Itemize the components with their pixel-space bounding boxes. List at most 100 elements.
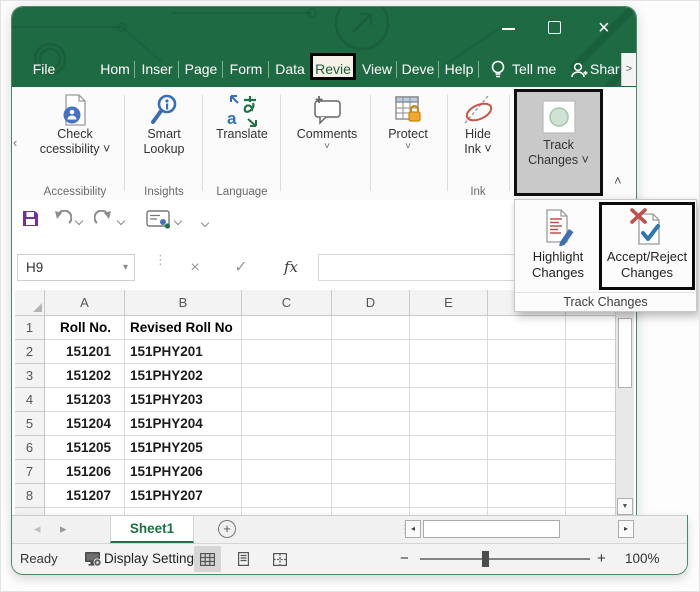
share-person-icon[interactable]	[570, 61, 588, 84]
sheet-next-icon[interactable]: ▸	[60, 521, 67, 537]
cell[interactable]	[488, 364, 566, 388]
tab-help[interactable]: Help	[440, 52, 478, 87]
cell[interactable]	[242, 484, 332, 508]
cell[interactable]	[488, 436, 566, 460]
cell[interactable]	[242, 436, 332, 460]
cell[interactable]	[410, 340, 488, 364]
vertical-scrollbar-thumb[interactable]	[618, 318, 632, 388]
enter-check-icon[interactable]: ✓	[226, 254, 256, 281]
cell[interactable]	[332, 316, 410, 340]
undo-caret-icon[interactable]	[75, 217, 83, 225]
cell[interactable]	[125, 508, 242, 515]
cell[interactable]	[242, 340, 332, 364]
page-break-view-icon[interactable]	[266, 546, 293, 572]
insert-function-icon[interactable]: fx	[274, 254, 308, 281]
cell[interactable]	[566, 316, 615, 340]
page-layout-view-icon[interactable]	[230, 546, 257, 572]
row-header[interactable]: 2	[15, 340, 45, 364]
tell-me-label[interactable]: Tell me	[512, 52, 556, 87]
cell-a1[interactable]: Roll No.	[45, 316, 125, 340]
cell[interactable]	[410, 316, 488, 340]
cell[interactable]	[332, 460, 410, 484]
column-header-c[interactable]: C	[242, 290, 332, 316]
column-header-b[interactable]: B	[125, 290, 242, 316]
cell[interactable]	[566, 364, 615, 388]
highlight-changes-item[interactable]: Highlight Changes	[517, 205, 599, 290]
share-label[interactable]: Shar	[590, 52, 620, 87]
sheet-prev-icon[interactable]: ◂	[34, 521, 41, 537]
hide-ink-button[interactable]: Hide Ink ˅	[450, 91, 506, 157]
cell[interactable]	[242, 460, 332, 484]
customize-toolbar-icon[interactable]	[200, 213, 211, 231]
tab-developer[interactable]: Deve	[398, 52, 438, 87]
row-header[interactable]: 7	[15, 460, 45, 484]
cell[interactable]	[566, 508, 615, 515]
select-all-corner[interactable]	[15, 290, 45, 316]
cell[interactable]	[332, 484, 410, 508]
translate-button[interactable]: a Translate	[206, 91, 278, 142]
cell[interactable]	[410, 460, 488, 484]
tab-data[interactable]: Data	[270, 52, 310, 87]
cell-a2[interactable]: 151201	[45, 340, 125, 364]
cell-a8[interactable]: 151207	[45, 484, 125, 508]
cell[interactable]	[566, 412, 615, 436]
zoom-out-button[interactable]: −	[400, 544, 409, 574]
cell-a7[interactable]: 151206	[45, 460, 125, 484]
tab-formulas[interactable]: Form	[224, 52, 268, 87]
collapse-ribbon-icon[interactable]: ˄	[614, 173, 622, 188]
cell-b6[interactable]: 151PHY205	[125, 436, 242, 460]
cell-b4[interactable]: 151PHY203	[125, 388, 242, 412]
accept-reject-changes-item-highlighted[interactable]: Accept/Reject Changes	[599, 202, 695, 290]
share-card-icon[interactable]	[146, 210, 171, 235]
cell[interactable]	[566, 484, 615, 508]
comments-button[interactable]: Comments ˅	[288, 91, 366, 151]
cell[interactable]	[488, 412, 566, 436]
cell[interactable]	[242, 508, 332, 515]
column-header-d[interactable]: D	[332, 290, 410, 316]
cell-a5[interactable]: 151204	[45, 412, 125, 436]
cell[interactable]	[488, 460, 566, 484]
tab-review-highlighted[interactable]: Revie	[310, 53, 356, 80]
cell[interactable]	[332, 412, 410, 436]
minimize-button[interactable]	[502, 28, 515, 30]
name-box[interactable]: H9 ▾	[17, 254, 135, 281]
undo-icon[interactable]	[52, 210, 72, 233]
cell[interactable]	[410, 436, 488, 460]
redo-icon[interactable]	[94, 210, 114, 233]
check-accessibility-button[interactable]: Check ccessibility ˅	[32, 91, 118, 157]
cell[interactable]	[332, 364, 410, 388]
cell[interactable]	[332, 436, 410, 460]
column-header-a[interactable]: A	[45, 290, 125, 316]
cell-b2[interactable]: 151PHY201	[125, 340, 242, 364]
row-header[interactable]: 4	[15, 388, 45, 412]
cell[interactable]	[242, 412, 332, 436]
cell[interactable]	[410, 388, 488, 412]
cell[interactable]	[566, 340, 615, 364]
tab-page-layout[interactable]: Page	[180, 52, 222, 87]
tab-file[interactable]: File	[26, 52, 62, 87]
cell[interactable]	[566, 436, 615, 460]
cell[interactable]	[488, 508, 566, 515]
lightbulb-icon[interactable]	[490, 59, 506, 86]
close-button[interactable]: ×	[598, 18, 610, 38]
zoom-slider-thumb[interactable]	[482, 551, 489, 567]
tab-view[interactable]: View	[358, 52, 396, 87]
add-sheet-icon[interactable]: +	[218, 520, 236, 538]
row-header[interactable]: 1	[15, 316, 45, 340]
cell[interactable]	[242, 388, 332, 412]
cell[interactable]	[332, 388, 410, 412]
row-header[interactable]	[15, 508, 45, 515]
horizontal-scrollbar-thumb[interactable]	[423, 520, 560, 538]
ribbon-scroll-left-icon[interactable]: ‹	[13, 135, 17, 150]
cell[interactable]	[332, 340, 410, 364]
scroll-down-icon[interactable]: ▼	[617, 498, 633, 515]
display-settings-label[interactable]: Display Settings	[104, 544, 201, 574]
track-changes-button-highlighted[interactable]: Track Changes ˅	[514, 89, 603, 196]
redo-caret-icon[interactable]	[117, 217, 125, 225]
zoom-level[interactable]: 100%	[625, 544, 660, 574]
cell[interactable]	[488, 388, 566, 412]
row-header[interactable]: 5	[15, 412, 45, 436]
cell[interactable]	[332, 508, 410, 515]
cell-b8[interactable]: 151PHY207	[125, 484, 242, 508]
save-icon[interactable]	[22, 210, 39, 232]
